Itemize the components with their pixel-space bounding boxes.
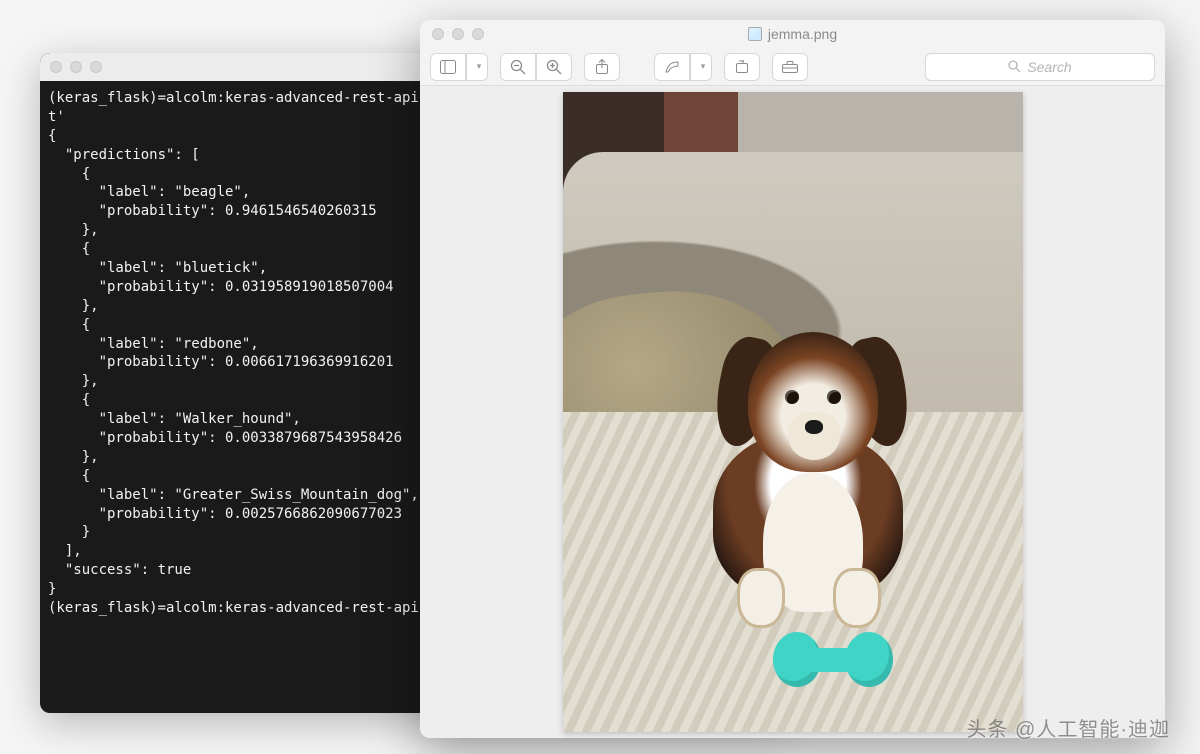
image-viewport[interactable] — [420, 86, 1165, 738]
zoom-icon[interactable] — [472, 28, 484, 40]
window-title-text: jemma.png — [768, 26, 837, 42]
zoom-icon[interactable] — [90, 61, 102, 73]
zoom-in-button[interactable] — [536, 53, 572, 81]
sidebar-toggle-button[interactable] — [430, 53, 466, 81]
toolbox-button[interactable] — [772, 53, 808, 81]
window-title: jemma.png — [748, 26, 837, 42]
rotate-button[interactable] — [724, 53, 760, 81]
image-file-icon — [748, 27, 762, 41]
minimize-icon[interactable] — [452, 28, 464, 40]
watermark-text: 头条 @人工智能·迪迦 — [966, 713, 1170, 742]
sidebar-toggle-menu[interactable] — [466, 53, 488, 81]
markup-menu[interactable] — [690, 53, 712, 81]
preview-traffic-lights — [432, 28, 484, 40]
markup-button[interactable] — [654, 53, 690, 81]
close-icon[interactable] — [50, 61, 62, 73]
toy-bone — [773, 632, 893, 687]
photo-jemma — [563, 92, 1023, 732]
search-input[interactable]: Search — [925, 53, 1155, 81]
search-placeholder: Search — [1027, 59, 1071, 75]
preview-toolbar: Search — [420, 48, 1165, 86]
minimize-icon[interactable] — [70, 61, 82, 73]
preview-window: jemma.png — [420, 20, 1165, 738]
share-button[interactable] — [584, 53, 620, 81]
zoom-out-button[interactable] — [500, 53, 536, 81]
close-icon[interactable] — [432, 28, 444, 40]
dog-beagle-illustration — [693, 302, 923, 632]
search-icon — [1008, 60, 1021, 73]
preview-titlebar[interactable]: jemma.png — [420, 20, 1165, 48]
terminal-traffic-lights — [50, 61, 102, 73]
